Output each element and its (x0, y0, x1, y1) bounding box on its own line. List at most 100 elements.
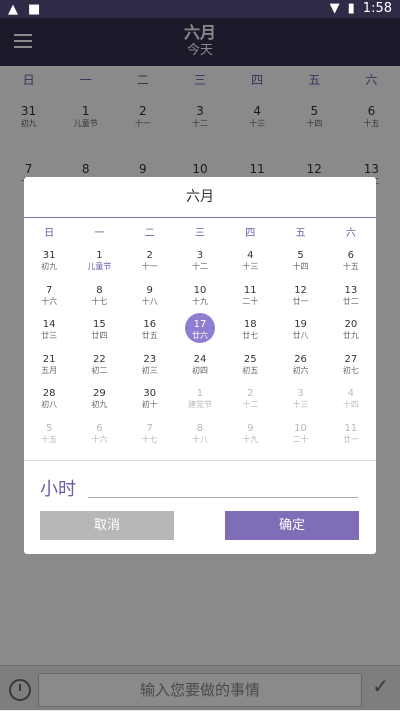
day-number: 3 (297, 388, 304, 399)
selected-calendar-day[interactable]: 17 廿六 (175, 313, 225, 348)
day-number: 3 (196, 250, 204, 261)
calendar-day[interactable]: 4 十三 (225, 244, 275, 279)
calendar-day[interactable]: 13廿二 (326, 279, 376, 314)
lunar-label: 二十 (292, 434, 309, 444)
calendar-row: 14 廿三 15 廿四 16 廿五 17 廿六 18 廿七 19 廿八 20 廿九 (24, 313, 376, 348)
calendar-day[interactable]: 26 初六 (275, 348, 325, 383)
calendar-day[interactable]: 3 十二 (175, 244, 225, 279)
lunar-label: 初六 (292, 365, 309, 375)
cancel-button[interactable]: 取消 (40, 511, 174, 540)
calendar-day[interactable]: 16 廿五 (125, 313, 175, 348)
day-number: 16 (143, 319, 157, 330)
notification-icon: ▲ (8, 2, 18, 17)
lunar-label: 十五 (41, 434, 58, 444)
calendar-day[interactable]: 1 建党节 (175, 382, 225, 417)
lunar-label: 初四 (191, 365, 208, 375)
date-picker-dialog: 六月 日 一 二 三 四 五 六 31 初九 1 儿童节 2 十一 3 十二 4 十三 5 十四 6 十五… (24, 177, 376, 554)
calendar-day[interactable]: 8 十八 (175, 417, 225, 452)
calendar-day[interactable]: 4 十四 (326, 382, 376, 417)
lunar-label: 廿一 (342, 434, 359, 444)
day-number: 22 (93, 353, 106, 365)
hours-input[interactable] (88, 479, 358, 498)
calendar-day[interactable]: 24 初四 (175, 348, 225, 383)
day-number: 9 (247, 422, 254, 434)
calendar-day[interactable]: 20 廿九 (326, 313, 376, 348)
calendar-day[interactable]: 31 初九 (24, 244, 74, 279)
lunar-label: 廿三 (41, 331, 58, 340)
calendar-day[interactable]: 8十七 (74, 279, 124, 314)
calendar-day[interactable]: 2 十一 (125, 244, 175, 279)
lunar-label: 初二 (91, 365, 108, 375)
calendar-day[interactable]: 10十九 (175, 279, 225, 314)
calendar-day[interactable]: 12廿一 (275, 279, 325, 314)
calendar-day[interactable]: 11 廿一 (326, 417, 376, 452)
calendar-day[interactable]: 10 二十 (275, 417, 325, 452)
calendar-day[interactable]: 18 廿七 (225, 313, 275, 348)
lunar-label: 儿童节 (87, 262, 112, 271)
calendar-day[interactable]: 23 初三 (125, 348, 175, 383)
calendar-day[interactable]: 1 儿童节 (74, 244, 124, 279)
calendar-day[interactable]: 30 初十 (125, 382, 175, 417)
weekday-label: 一 (94, 227, 105, 239)
lunar-label: 十六 (41, 296, 58, 306)
lunar-label: 初十 (141, 400, 158, 409)
calendar-day[interactable]: 7 十七 (125, 417, 175, 452)
confirm-button[interactable]: 确定 (225, 511, 359, 540)
lunar-label: 十一 (141, 262, 158, 271)
day-number: 2 (247, 388, 254, 399)
day-number: 14 (42, 319, 56, 330)
day-number: 8 (196, 422, 204, 434)
day-number: 2 (146, 250, 153, 261)
calendar-day[interactable]: 5 十四 (275, 244, 325, 279)
lunar-label: 建党节 (187, 400, 212, 409)
day-number: 24 (193, 353, 207, 365)
calendar-row: 31 初九 1 儿童节 2 十一 3 十二 4 十三 5 十四 6 十五 (24, 244, 376, 279)
calendar-day[interactable]: 5 十五 (24, 417, 74, 452)
weekday-label: 六 (345, 227, 356, 239)
lunar-label: 廿七 (242, 331, 259, 340)
calendar-day[interactable]: 14 廿三 (24, 313, 74, 348)
calendar-day[interactable]: 22 初二 (74, 348, 124, 383)
day-number: 17 (193, 319, 207, 330)
day-number: 30 (143, 388, 157, 399)
calendar-day[interactable]: 9 十九 (225, 417, 275, 452)
calendar-row: 5 十五 6 十六 7 十七 8 十八 9 十九 10 二十 11 廿一 (24, 417, 376, 452)
calendar-day[interactable]: 11二十 (225, 279, 275, 314)
calendar-day[interactable]: 3 十三 (275, 382, 325, 417)
calendar-day[interactable]: 28 初八 (24, 382, 74, 417)
calendar-day[interactable]: 27 初七 (326, 348, 376, 383)
lunar-label: 初三 (141, 365, 158, 375)
wifi-icon: ▼ (329, 1, 340, 16)
day-number: 5 (45, 422, 53, 434)
lunar-label: 初七 (342, 365, 359, 375)
calendar-day[interactable]: 2 十二 (225, 382, 275, 417)
day-number: 21 (42, 353, 56, 365)
hours-row: 小时 (24, 460, 376, 507)
calendar-day[interactable]: 7十六 (24, 279, 74, 314)
day-number: 1 (196, 388, 204, 399)
day-number: 4 (347, 388, 355, 399)
calendar-day[interactable]: 9十八 (125, 279, 175, 314)
day-number: 28 (42, 388, 56, 399)
hours-label: 小时 (40, 479, 76, 500)
status-bar: ▲ ■ ▼ ▮ 1:58 (0, 0, 400, 18)
lunar-label: 十二 (242, 400, 259, 409)
lunar-label: 十五 (342, 262, 359, 271)
lunar-label: 初九 (41, 262, 58, 271)
calendar-day[interactable]: 29 初九 (74, 382, 124, 417)
day-number: 27 (344, 353, 358, 365)
day-number: 20 (344, 319, 358, 330)
weekday-label: 日 (44, 227, 55, 239)
calendar-day[interactable]: 15 廿四 (74, 313, 124, 348)
calendar-day[interactable]: 6 十五 (326, 244, 376, 279)
battery-icon: ▮ (347, 1, 355, 16)
calendar-day[interactable]: 6 十六 (74, 417, 124, 452)
calendar-day[interactable]: 25 初五 (225, 348, 275, 383)
calendar-day[interactable]: 19 廿八 (275, 313, 325, 348)
lunar-label: 初九 (91, 400, 108, 409)
dialog-calendar-grid: 31 初九 1 儿童节 2 十一 3 十二 4 十三 5 十四 6 十五 7 十六 8 十七 9 十八 10 十九 11 二十… (24, 244, 376, 451)
lunar-label: 廿五 (141, 331, 158, 340)
lunar-label: 二十 (242, 296, 259, 306)
calendar-day[interactable]: 21 五月 (24, 348, 74, 383)
day-number: 6 (347, 250, 355, 261)
